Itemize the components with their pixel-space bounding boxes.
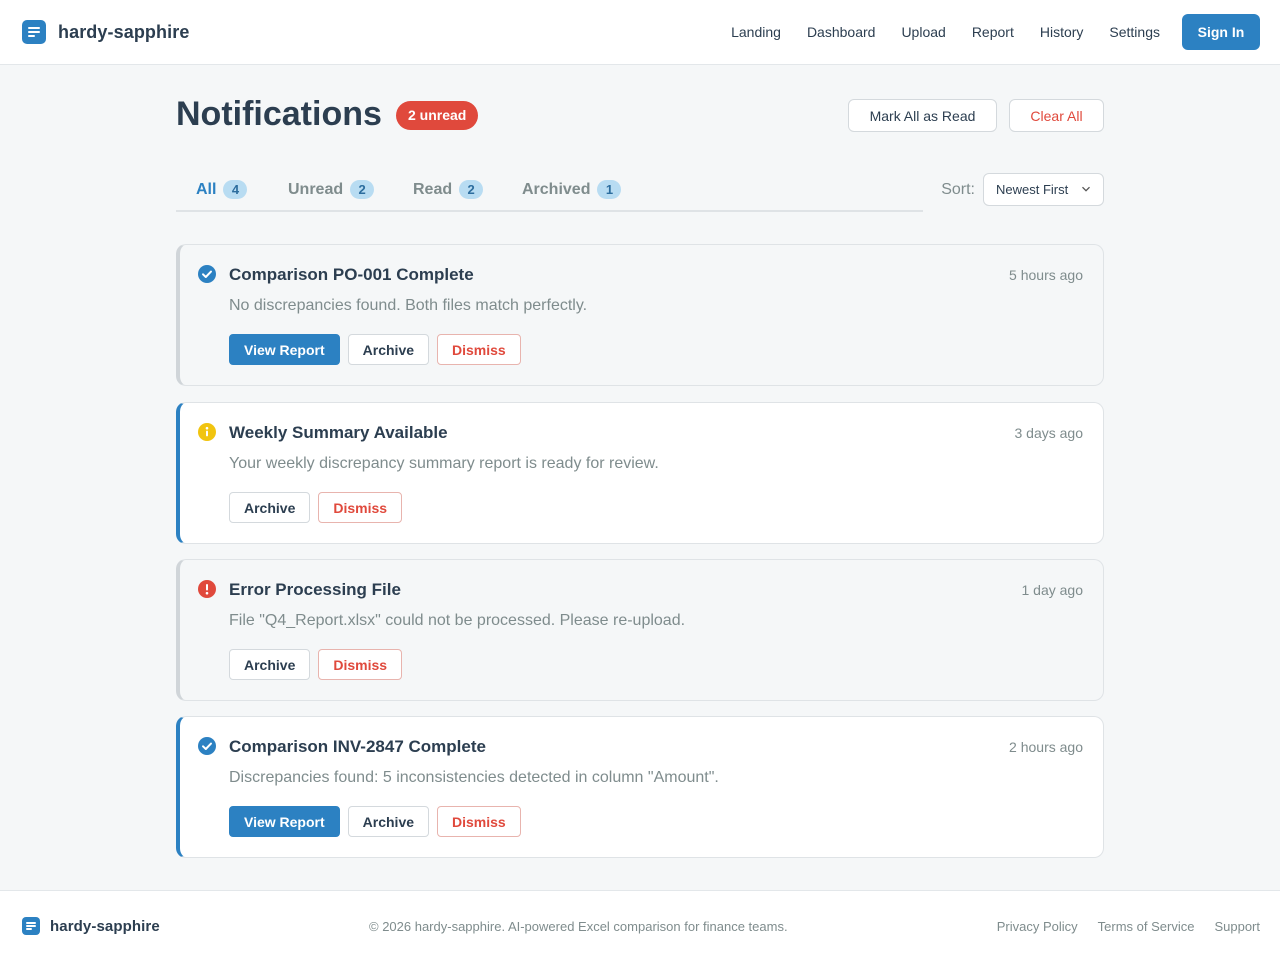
notification-title: Weekly Summary Available	[229, 423, 448, 442]
support-link[interactable]: Support	[1214, 919, 1260, 934]
notification-actions: View Report Archive Dismiss	[229, 334, 521, 365]
error-circle-icon	[198, 580, 216, 598]
document-lines-icon	[22, 20, 46, 44]
document-lines-icon	[22, 917, 40, 935]
notification-actions: View Report Archive Dismiss	[229, 806, 521, 837]
top-navbar: hardy-sapphire Landing Dashboard Upload …	[0, 0, 1280, 65]
tab-archived[interactable]: Archived 1	[522, 180, 622, 199]
footer-brand-name: hardy-sapphire	[50, 917, 160, 935]
archive-button[interactable]: Archive	[229, 649, 311, 680]
notification-message: File "Q4_Report.xlsx" could not be proce…	[229, 612, 686, 629]
tab-count: 2	[350, 180, 375, 199]
view-report-button[interactable]: View Report	[229, 806, 340, 837]
notification-card: Comparison INV-2847 Complete 2 hours ago…	[176, 716, 1104, 858]
copyright-text: © 2026 hardy-sapphire. AI-powered Excel …	[369, 919, 788, 934]
tab-read[interactable]: Read 2	[413, 180, 484, 199]
notification-actions: Archive Dismiss	[229, 649, 403, 680]
unread-badge: 2 unread	[396, 101, 479, 130]
archive-button[interactable]: Archive	[229, 492, 311, 523]
mark-all-read-button[interactable]: Mark All as Read	[848, 99, 997, 132]
notification-message: No discrepancies found. Both files match…	[229, 297, 588, 314]
check-circle-icon	[198, 737, 216, 755]
notification-message: Discrepancies found: 5 inconsistencies d…	[229, 769, 719, 786]
footer-links: Privacy Policy Terms of Service Support	[997, 919, 1260, 934]
footer-brand[interactable]: hardy-sapphire	[22, 917, 160, 935]
chevron-down-icon	[1082, 186, 1090, 192]
notification-message: Your weekly discrepancy summary report i…	[229, 455, 659, 472]
dismiss-button[interactable]: Dismiss	[318, 492, 403, 523]
nav-item-history[interactable]: History	[1040, 24, 1084, 40]
dismiss-button[interactable]: Dismiss	[318, 649, 403, 680]
notification-card: Weekly Summary Available 3 days ago Your…	[176, 402, 1104, 544]
terms-of-service-link[interactable]: Terms of Service	[1098, 919, 1195, 934]
archive-button[interactable]: Archive	[347, 806, 430, 837]
notification-time: 5 hours ago	[1009, 267, 1083, 283]
archive-button[interactable]: Archive	[347, 334, 430, 365]
notification-card: Error Processing File 1 day ago File "Q4…	[176, 559, 1104, 701]
tab-count: 4	[223, 180, 248, 199]
notification-title: Comparison INV-2847 Complete	[229, 737, 486, 756]
notification-title: Comparison PO-001 Complete	[229, 265, 474, 284]
main-nav: Landing Dashboard Upload Report History …	[731, 14, 1260, 50]
sort-control: Sort: Newest First	[941, 173, 1104, 206]
tab-label: Read	[413, 180, 453, 198]
filter-bar: All 4 Unread 2 Read 2 Archived 1 Sort: N…	[176, 173, 1104, 213]
notification-time: 1 day ago	[1021, 582, 1084, 598]
notification-card: Comparison PO-001 Complete 5 hours ago N…	[176, 244, 1104, 386]
brand-name: hardy-sapphire	[58, 21, 190, 42]
dismiss-button[interactable]: Dismiss	[437, 334, 521, 365]
sort-selected-value: Newest First	[996, 182, 1069, 197]
tab-unread[interactable]: Unread 2	[288, 180, 375, 199]
nav-item-dashboard[interactable]: Dashboard	[807, 24, 876, 40]
page-header: Notifications 2 unread Mark All as Read …	[176, 95, 1104, 133]
sort-label: Sort:	[941, 180, 975, 198]
tab-count: 2	[459, 180, 484, 199]
nav-item-settings[interactable]: Settings	[1109, 24, 1160, 40]
brand[interactable]: hardy-sapphire	[22, 20, 189, 44]
view-report-button[interactable]: View Report	[229, 334, 340, 365]
tab-list: All 4 Unread 2 Read 2 Archived 1	[176, 173, 923, 212]
notification-title: Error Processing File	[229, 580, 401, 599]
dismiss-button[interactable]: Dismiss	[437, 806, 521, 837]
notification-time: 2 hours ago	[1009, 739, 1083, 755]
info-circle-icon	[198, 423, 216, 441]
clear-all-button[interactable]: Clear All	[1009, 99, 1104, 132]
tab-label: Archived	[522, 180, 591, 198]
tab-count: 1	[597, 180, 622, 199]
tab-label: All	[196, 180, 217, 198]
check-circle-icon	[198, 265, 216, 283]
sign-in-button[interactable]: Sign In	[1182, 14, 1260, 50]
notification-time: 3 days ago	[1014, 425, 1084, 441]
nav-item-report[interactable]: Report	[972, 24, 1014, 40]
tab-all[interactable]: All 4	[196, 180, 248, 199]
footer: hardy-sapphire © 2026 hardy-sapphire. AI…	[0, 890, 1280, 961]
nav-item-landing[interactable]: Landing	[731, 24, 781, 40]
sort-select[interactable]: Newest First	[983, 173, 1104, 206]
notification-actions: Archive Dismiss	[229, 492, 403, 523]
privacy-policy-link[interactable]: Privacy Policy	[997, 919, 1078, 934]
tab-label: Unread	[288, 180, 344, 198]
page-title: Notifications	[176, 95, 382, 133]
nav-item-upload[interactable]: Upload	[901, 24, 945, 40]
